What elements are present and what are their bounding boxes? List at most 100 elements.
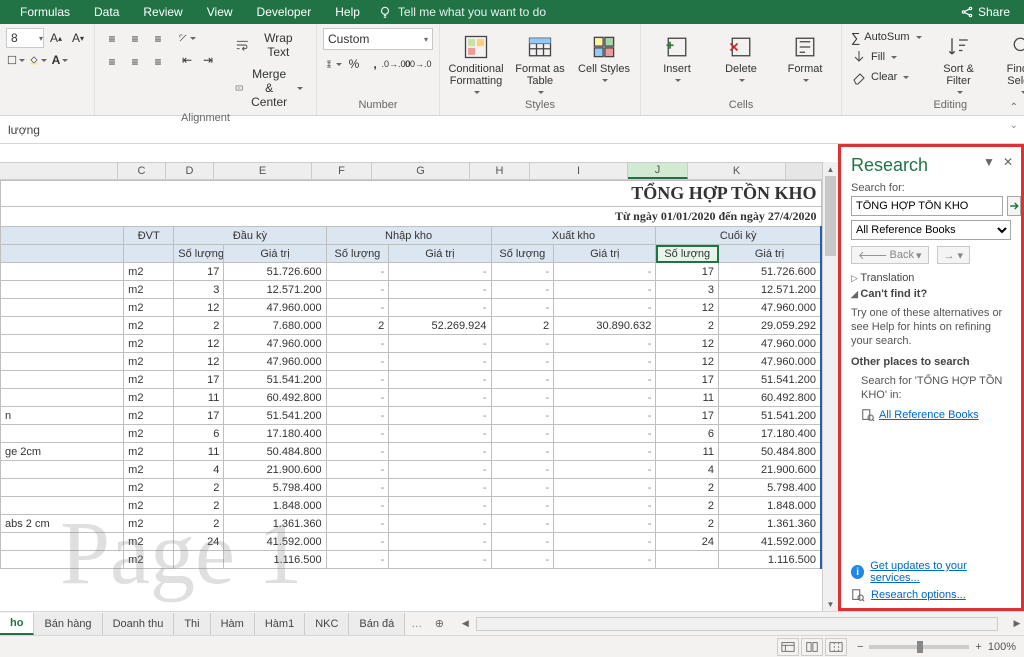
cell[interactable]: 21.900.600 <box>224 461 326 479</box>
cell[interactable]: 17 <box>174 407 224 425</box>
sheet-tab-4[interactable]: Hàm <box>211 613 255 635</box>
font-color-button[interactable]: A <box>50 50 70 70</box>
cell[interactable]: 51.541.200 <box>224 371 326 389</box>
cell[interactable]: 47.960.000 <box>719 353 821 371</box>
ribbon-tab-developer[interactable]: Developer <box>245 5 324 19</box>
cell[interactable]: Số lượng <box>491 245 554 263</box>
cell[interactable]: 41.592.000 <box>719 533 821 551</box>
cell[interactable]: - <box>326 443 389 461</box>
research-search-input[interactable] <box>851 196 1003 216</box>
cell[interactable]: - <box>326 425 389 443</box>
cell[interactable]: Giá trị <box>554 245 656 263</box>
cell[interactable]: - <box>491 353 554 371</box>
increase-font-button[interactable]: A▴ <box>46 28 66 48</box>
cell[interactable]: - <box>491 479 554 497</box>
cell[interactable]: - <box>491 425 554 443</box>
cell[interactable]: 12 <box>656 335 719 353</box>
cell[interactable]: m2 <box>124 353 174 371</box>
cell[interactable]: m2 <box>124 533 174 551</box>
cell[interactable]: 12 <box>656 353 719 371</box>
cell[interactable]: - <box>389 425 491 443</box>
cell[interactable]: Số lượng <box>656 245 719 263</box>
hscroll-right-button[interactable]: ▶ <box>1010 618 1024 629</box>
align-top-button[interactable]: ≡ <box>101 28 123 50</box>
cell[interactable]: 3 <box>174 281 224 299</box>
cell[interactable]: - <box>554 443 656 461</box>
cell[interactable]: m2 <box>124 263 174 281</box>
cell[interactable] <box>1 317 124 335</box>
cell[interactable]: - <box>389 551 491 569</box>
cell[interactable]: TỔNG HỢP TỒN KHO <box>1 181 822 207</box>
cell[interactable]: 47.960.000 <box>719 335 821 353</box>
sheet-tab-5[interactable]: Hàm1 <box>255 613 305 635</box>
column-header-D[interactable]: D <box>166 163 214 179</box>
cell[interactable]: m2 <box>124 299 174 317</box>
cell[interactable]: 50.484.800 <box>224 443 326 461</box>
cell[interactable]: 21.900.600 <box>719 461 821 479</box>
cell[interactable]: - <box>554 461 656 479</box>
cell[interactable]: 17.180.400 <box>224 425 326 443</box>
cell[interactable]: 60.492.800 <box>224 389 326 407</box>
cell[interactable]: - <box>326 407 389 425</box>
cant-find-section[interactable]: Can't find it? <box>851 288 1011 300</box>
cell[interactable]: - <box>491 443 554 461</box>
column-header-E[interactable]: E <box>214 163 312 179</box>
cell[interactable]: 11 <box>656 389 719 407</box>
clear-button[interactable]: Clear <box>848 68 912 86</box>
column-header-K[interactable]: K <box>688 163 786 179</box>
cell[interactable]: m2 <box>124 479 174 497</box>
cell[interactable]: 1.116.500 <box>224 551 326 569</box>
cell[interactable]: 52.269.924 <box>389 317 491 335</box>
decrease-decimal-button[interactable]: .00→.0 <box>407 54 427 74</box>
cell[interactable]: - <box>389 299 491 317</box>
cell[interactable]: Từ ngày 01/01/2020 đến ngày 27/4/2020 <box>1 207 822 227</box>
cell[interactable]: 17 <box>656 407 719 425</box>
increase-indent-button[interactable]: ⇥ <box>198 50 218 70</box>
zoom-slider[interactable] <box>869 645 969 649</box>
cell[interactable]: - <box>554 335 656 353</box>
cell[interactable]: - <box>389 533 491 551</box>
cell[interactable] <box>1 479 124 497</box>
number-format-combo[interactable]: Custom▾ <box>323 28 433 50</box>
cell[interactable]: 4 <box>656 461 719 479</box>
cell[interactable]: 5.798.400 <box>224 479 326 497</box>
cell[interactable]: - <box>389 479 491 497</box>
cell[interactable]: 2 <box>491 317 554 335</box>
scroll-thumb[interactable] <box>825 176 836 256</box>
sort-filter-button[interactable]: Sort & Filter <box>929 28 989 96</box>
cell[interactable]: 51.726.600 <box>719 263 821 281</box>
cell[interactable]: - <box>389 515 491 533</box>
cell[interactable]: - <box>491 389 554 407</box>
cell[interactable]: 47.960.000 <box>719 299 821 317</box>
cell[interactable]: - <box>389 443 491 461</box>
cell[interactable] <box>656 551 719 569</box>
cell[interactable]: - <box>326 461 389 479</box>
cell[interactable] <box>1 389 124 407</box>
ribbon-tab-review[interactable]: Review <box>131 5 194 19</box>
cell[interactable]: m2 <box>124 515 174 533</box>
cell[interactable]: - <box>326 515 389 533</box>
zoom-out-button[interactable]: − <box>857 641 863 653</box>
cell[interactable]: - <box>491 263 554 281</box>
cell[interactable]: - <box>491 299 554 317</box>
align-left-button[interactable]: ≡ <box>101 51 123 73</box>
cell[interactable]: n <box>1 407 124 425</box>
cell[interactable]: - <box>554 263 656 281</box>
cell[interactable]: 12 <box>656 299 719 317</box>
page-layout-view-button[interactable] <box>801 638 823 656</box>
cell[interactable]: 11 <box>174 389 224 407</box>
cell[interactable]: - <box>554 515 656 533</box>
wrap-text-button[interactable]: Wrap Text <box>228 28 310 62</box>
cell[interactable]: m2 <box>124 371 174 389</box>
cell[interactable]: - <box>554 479 656 497</box>
cell[interactable] <box>1 245 124 263</box>
cell[interactable]: 12 <box>174 335 224 353</box>
cell[interactable]: - <box>389 371 491 389</box>
cell[interactable]: m2 <box>124 335 174 353</box>
cell[interactable]: 2 <box>326 317 389 335</box>
pane-close-button[interactable]: ✕ <box>1003 155 1013 169</box>
font-size-box[interactable]: 8▾ <box>6 28 44 48</box>
cell[interactable]: 11 <box>174 443 224 461</box>
cell[interactable]: 17.180.400 <box>719 425 821 443</box>
cell[interactable] <box>1 281 124 299</box>
